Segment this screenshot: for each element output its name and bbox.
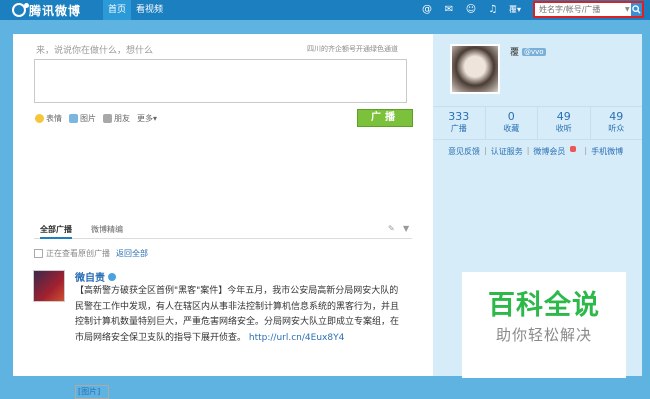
link-membership[interactable]: 微博会员: [533, 146, 580, 157]
compose-prompt: 来，说说你在做什么，想什么: [36, 46, 154, 56]
post-text: 【高新警方破获全区首例"黑客"案件】今年五月，我市公安局高新分局网安大队的 民警…: [75, 284, 415, 346]
link-membership-text: 微博会员: [533, 147, 566, 156]
emoji-icon: [35, 114, 44, 123]
post-author-name: 微自责: [75, 273, 105, 284]
stat-broadcasts[interactable]: 333 广播: [433, 107, 486, 139]
link-feedback[interactable]: 意见反馈: [448, 146, 480, 157]
post-author[interactable]: 微自责: [75, 269, 116, 284]
stat-label: 收藏: [503, 124, 520, 133]
logo-text: 腾讯微博: [29, 3, 82, 18]
nav-home[interactable]: 首页: [103, 0, 132, 20]
search-button[interactable]: [630, 3, 642, 16]
stat-followers[interactable]: 49 听众: [591, 107, 643, 139]
profile-sidebar: 覆 @vvo 333 广播 0 收藏 49 收听 49 听众 意见反馈 | 认证服务 | 微…: [433, 34, 642, 378]
link-verification[interactable]: 认证服务: [491, 146, 523, 157]
main-panel: 来，说说你在做什么，想什么 四川的齐企额号开通绿色通道 表情 图片 朋友 更多 ▾…: [13, 34, 433, 399]
emoji-tool[interactable]: 表情: [35, 113, 62, 124]
mail-icon[interactable]: ✉: [443, 4, 455, 16]
image-icon: [69, 114, 78, 123]
stat-value: 0: [507, 110, 515, 123]
tencent-weibo-logo[interactable]: 腾讯微博: [12, 2, 81, 18]
compose-side-note[interactable]: 四川的齐企额号开通绿色通道: [307, 44, 398, 54]
more-tool[interactable]: 更多 ▾: [137, 113, 157, 124]
verified-icon: [108, 272, 116, 281]
post-avatar[interactable]: [33, 270, 65, 302]
search-box: ▼: [533, 1, 644, 18]
post-image[interactable]: [图片]: [75, 385, 109, 399]
post-line: 市局网络安全保卫支队的指导下展开侦查。 http://url.cn/4Eux8Y…: [75, 331, 415, 347]
profile-name-text: 覆: [510, 48, 520, 58]
user-icon[interactable]: ☺: [465, 4, 477, 16]
sidebar-links: 意见反馈 | 认证服务 | 微博会员 | 手机微博: [448, 146, 624, 157]
user-menu-name: 覆: [509, 5, 517, 14]
stat-value: 333: [448, 110, 470, 123]
profile-avatar[interactable]: [450, 44, 500, 94]
publish-button[interactable]: 广播: [357, 109, 413, 127]
hot-badge-icon: [570, 146, 577, 152]
tab-icons: ✎ ▼: [382, 224, 412, 233]
edit-icon[interactable]: ✎: [388, 224, 397, 233]
back-all-link[interactable]: 返回全部: [116, 248, 148, 259]
link-mobile[interactable]: 手机微博: [591, 146, 623, 157]
stat-label: 听众: [608, 124, 625, 133]
filter-icon[interactable]: ▼: [403, 224, 412, 233]
friend-icon: [103, 114, 112, 123]
watermark-box: 百科全说 助你轻松解决: [462, 272, 626, 378]
nav-video[interactable]: 看视频: [131, 0, 168, 20]
tab-selected[interactable]: 微博精编: [91, 224, 123, 235]
more-label: 更多: [137, 114, 153, 123]
stat-value: 49: [609, 110, 624, 123]
profile-tag: @vvo: [522, 47, 546, 56]
user-menu[interactable]: 覆▾: [509, 4, 521, 16]
post-line: 控制计算机数量特别巨大，严重危害网络安全。分局网安大队立即成立专案组，在: [75, 317, 400, 327]
compose-textarea[interactable]: [34, 59, 407, 103]
top-navigation-bar: 腾讯微博 首页 看视频 @ ✉ ☺ ♫ 覆▾ ▼: [0, 0, 650, 20]
tab-all-broadcasts[interactable]: 全部广播: [40, 224, 72, 239]
bell-icon[interactable]: ♫: [487, 4, 499, 16]
viewing-label: 正在查看原创广播: [46, 249, 110, 258]
emoji-label: 表情: [46, 114, 62, 123]
friend-label: 朋友: [114, 114, 130, 123]
stat-value: 49: [556, 110, 571, 123]
image-tool[interactable]: 图片: [69, 113, 96, 124]
viewing-checkbox[interactable]: [34, 249, 43, 258]
top-icons: @ ✉ ☺ ♫ 覆▾: [416, 0, 526, 20]
logo-icon: [12, 3, 29, 17]
post-line-text: 市局网络安全保卫支队的指导下展开侦查。: [75, 332, 247, 343]
watermark-title: 百科全说: [488, 290, 600, 321]
profile-name[interactable]: 覆 @vvo: [510, 45, 546, 58]
image-label: 图片: [80, 114, 96, 123]
at-icon[interactable]: @: [421, 4, 433, 16]
profile-stats: 333 广播 0 收藏 49 收听 49 听众: [433, 106, 642, 140]
stat-following[interactable]: 49 收听: [538, 107, 591, 139]
post-link[interactable]: http://url.cn/4Eux8Y4: [249, 333, 344, 343]
post-line: 【高新警方破获全区首例"黑客"案件】今年五月，我市公安局高新分局网安大队的: [75, 286, 399, 296]
stat-label: 广播: [450, 124, 467, 133]
search-input[interactable]: [537, 4, 625, 15]
stat-label: 收听: [555, 124, 572, 133]
post-line: 民警在工作中发现，有人在辖区内从事非法控制计算机信息系统的黑客行为，并且: [75, 301, 400, 312]
feed-tabs: 全部广播 微博精编 ✎ ▼: [34, 224, 412, 239]
friend-tool[interactable]: 朋友: [103, 113, 130, 124]
compose-tools: 表情 图片 朋友 更多 ▾: [35, 113, 164, 124]
search-icon: [632, 5, 641, 14]
main-nav: 首页 看视频: [103, 0, 168, 20]
watermark-subtitle: 助你轻松解决: [495, 326, 592, 344]
viewing-filter: 正在查看原创广播 返回全部: [34, 248, 148, 259]
stat-favorites[interactable]: 0 收藏: [486, 107, 538, 139]
